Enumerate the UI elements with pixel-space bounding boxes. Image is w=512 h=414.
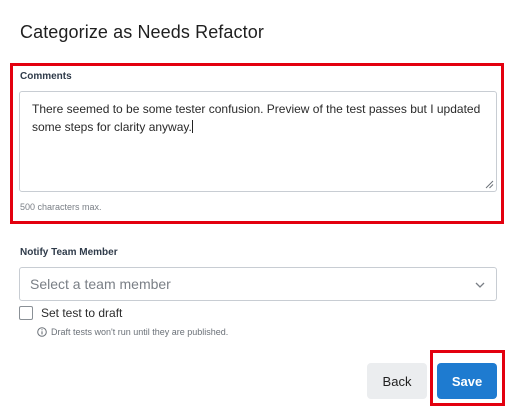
save-button[interactable]: Save [437,363,497,399]
select-placeholder: Select a team member [30,276,171,292]
draft-checkbox-row[interactable]: Set test to draft [19,305,122,321]
draft-checkbox[interactable] [19,306,33,320]
draft-checkbox-label[interactable]: Set test to draft [41,306,122,320]
draft-hint: Draft tests won't run until they are pub… [37,327,228,337]
comments-textarea[interactable]: There seemed to be some tester confusion… [19,91,497,192]
draft-hint-text: Draft tests won't run until they are pub… [51,327,229,337]
notify-label: Notify Team Member [20,247,118,258]
comments-label: Comments [20,71,72,82]
text-caret [191,120,193,133]
back-button[interactable]: Back [367,363,427,399]
dialog-title: Categorize as Needs Refactor [20,22,264,42]
char-limit-hint: 500 characters max. [20,202,102,212]
chevron-down-icon [475,282,485,288]
comments-text: There seemed to be some tester confusion… [32,102,481,134]
resize-grip-icon[interactable] [485,180,494,189]
team-member-select[interactable]: Select a team member [19,267,497,301]
info-icon [37,327,47,337]
